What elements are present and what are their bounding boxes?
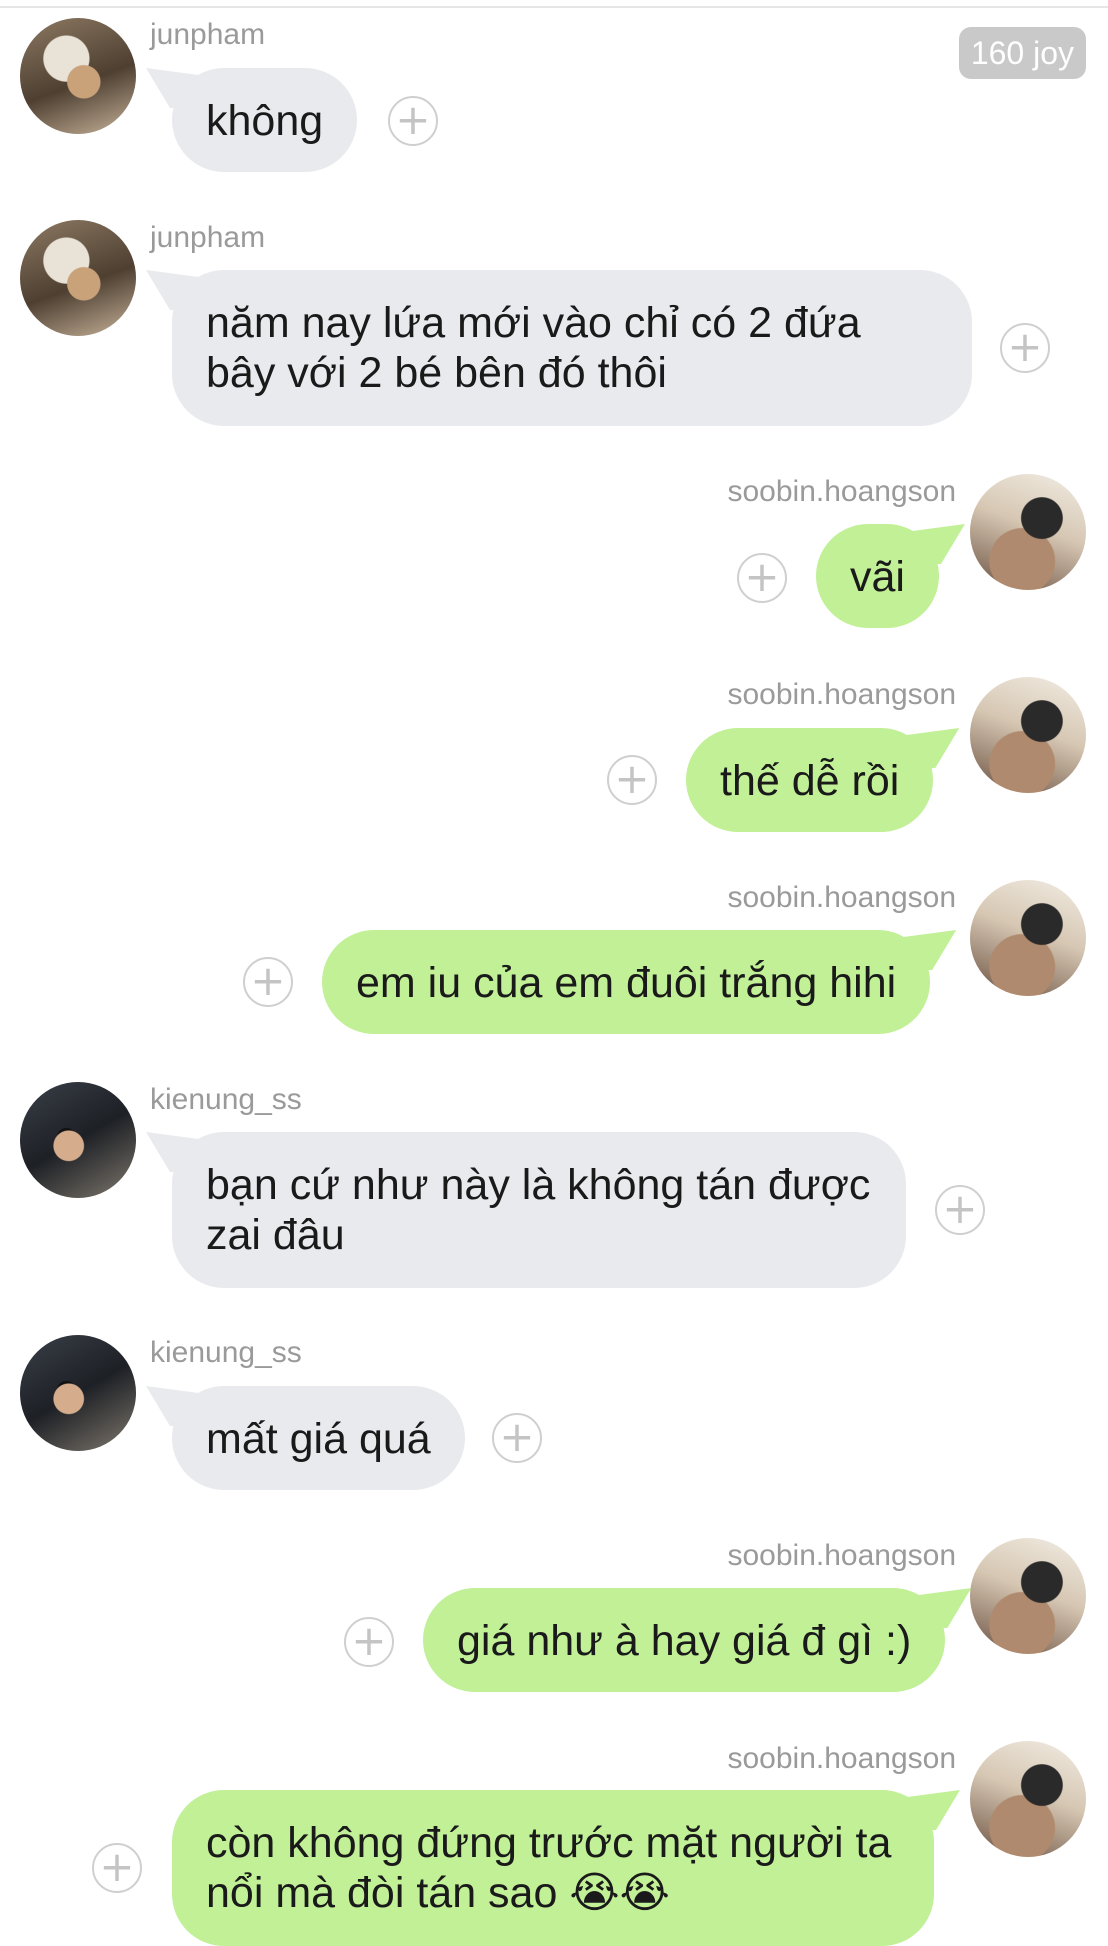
message-bubble[interactable]: không <box>172 68 358 172</box>
username[interactable]: soobin.hoangson <box>727 1741 956 1777</box>
message-text: vãi <box>850 553 905 601</box>
message-text: em iu của em đuôi trắng hihi <box>356 959 897 1007</box>
message-text: còn không đứng trước mặt người ta nổi mà… <box>206 1819 892 1917</box>
avatar[interactable] <box>20 220 136 336</box>
avatar[interactable] <box>970 880 1086 996</box>
message-bubble[interactable]: thế dễ rồi <box>686 728 934 832</box>
message-bubble[interactable]: giá như à hay giá đ gì :) <box>423 1588 946 1692</box>
joy-badge: 160 joy <box>958 27 1086 79</box>
message-bubble[interactable]: còn không đứng trước mặt người ta nổi mà… <box>172 1790 934 1946</box>
top-divider <box>0 6 1108 8</box>
message-text: mất giá quá <box>206 1415 431 1463</box>
username[interactable]: kienung_ss <box>150 1335 302 1371</box>
plus-circle-icon[interactable]: + <box>607 755 657 805</box>
username[interactable]: soobin.hoangson <box>727 880 956 916</box>
avatar[interactable] <box>970 1741 1086 1857</box>
message-text: giá như à hay giá đ gì :) <box>457 1617 912 1665</box>
plus-circle-icon[interactable]: + <box>344 1617 394 1667</box>
avatar[interactable] <box>20 1335 136 1451</box>
plus-circle-icon[interactable]: + <box>92 1843 142 1893</box>
avatar[interactable] <box>20 18 136 134</box>
username[interactable]: soobin.hoangson <box>727 677 956 713</box>
avatar[interactable] <box>970 474 1086 590</box>
username[interactable]: junpham <box>150 17 265 53</box>
message-bubble[interactable]: năm nay lứa mới vào chỉ có 2 đứa bây với… <box>172 270 972 426</box>
plus-circle-icon[interactable]: + <box>388 96 438 146</box>
plus-circle-icon[interactable]: + <box>1000 323 1050 373</box>
plus-circle-icon[interactable]: + <box>935 1185 985 1235</box>
avatar[interactable] <box>970 1538 1086 1654</box>
message-text: bạn cứ như này là không tán được zai đâu <box>206 1161 871 1259</box>
username[interactable]: kienung_ss <box>150 1082 302 1118</box>
username[interactable]: soobin.hoangson <box>727 1538 956 1574</box>
message-bubble[interactable]: bạn cứ như này là không tán được zai đâu <box>172 1132 906 1288</box>
message-bubble[interactable]: vãi <box>816 524 939 628</box>
message-text: năm nay lứa mới vào chỉ có 2 đứa bây với… <box>206 299 861 397</box>
message-text: thế dễ rồi <box>720 757 900 805</box>
username[interactable]: soobin.hoangson <box>727 474 956 510</box>
username[interactable]: junpham <box>150 220 265 256</box>
avatar[interactable] <box>970 677 1086 793</box>
message-text: không <box>206 97 324 145</box>
plus-circle-icon[interactable]: + <box>492 1413 542 1463</box>
plus-circle-icon[interactable]: + <box>243 957 293 1007</box>
message-bubble[interactable]: em iu của em đuôi trắng hihi <box>322 930 931 1034</box>
message-bubble[interactable]: mất giá quá <box>172 1386 465 1490</box>
plus-circle-icon[interactable]: + <box>737 553 787 603</box>
avatar[interactable] <box>20 1082 136 1198</box>
